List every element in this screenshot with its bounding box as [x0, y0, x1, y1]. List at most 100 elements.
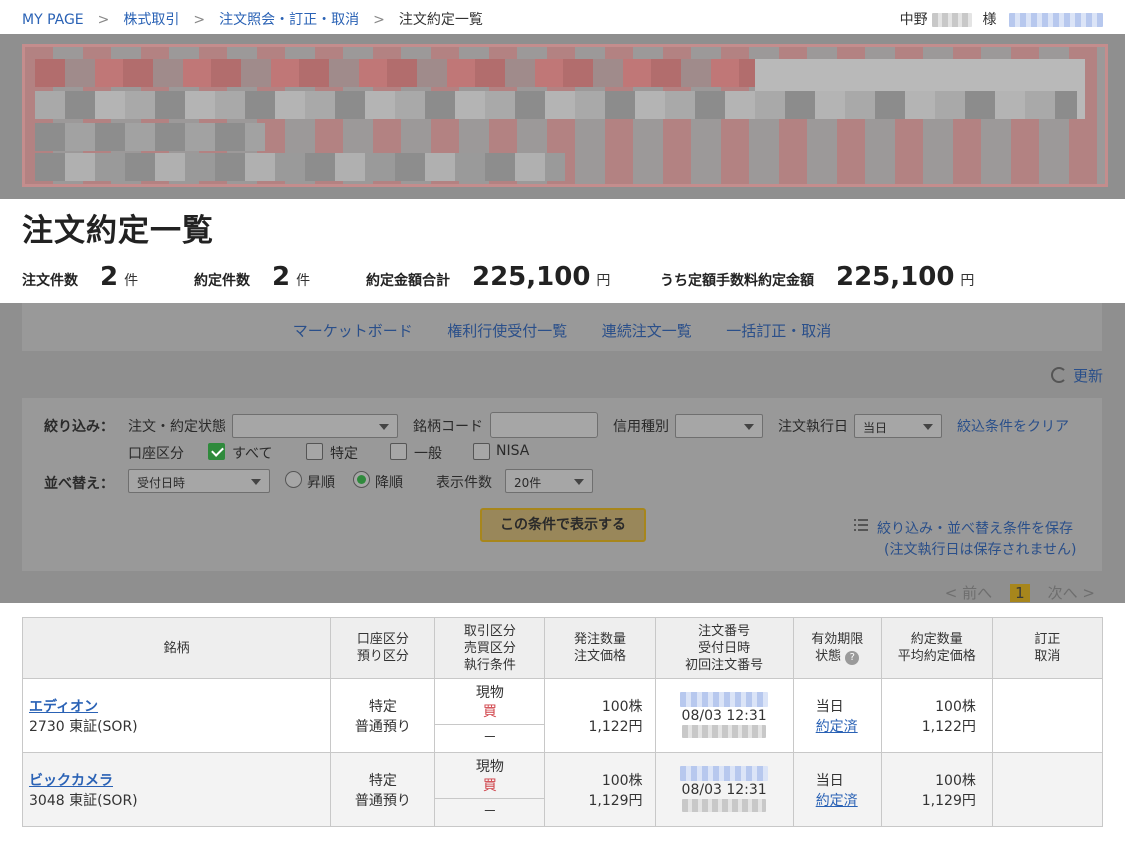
refresh-button[interactable]: 更新	[1050, 365, 1103, 386]
header-modify-label: 訂正	[1034, 632, 1061, 647]
user-honorific: 様	[982, 12, 997, 28]
sort-ascending-label: 昇順	[307, 475, 335, 491]
exec-total-label: 約定金額合計	[366, 273, 450, 289]
header-order: 発注数量 注文価格	[544, 617, 656, 679]
header-modify: 訂正 取消	[991, 617, 1104, 679]
display-count-label: 表示件数	[436, 475, 492, 491]
exec-qty: 100株	[935, 772, 976, 789]
header-side: 売買区分	[463, 640, 516, 656]
avg-exec-price: 1,129円	[921, 792, 976, 809]
breadcrumb-mypage-link[interactable]: MY PAGE	[22, 12, 84, 28]
tab-sequential-orders[interactable]: 連続注文一覧	[602, 322, 692, 340]
header-condition: 執行条件	[463, 657, 516, 673]
code-filter-label: 銘柄コード	[413, 419, 483, 435]
credit-type-select[interactable]	[675, 414, 763, 438]
table-header-row: 銘柄 口座区分 預り区分 取引区分 売買区分 執行条件 発注数量 注文価格 注文番号 受付…	[21, 617, 1104, 679]
orders-table: 銘柄 口座区分 預り区分 取引区分 売買区分 執行条件 発注数量 注文価格 注文番号 受付…	[21, 617, 1104, 827]
stock-name-link[interactable]: エディオン	[29, 699, 98, 715]
order-qty: 100株	[601, 772, 643, 789]
tab-market-board[interactable]: マーケットボード	[293, 322, 413, 340]
stock-code-market: 2730 東証(SOR)	[29, 718, 138, 735]
page-title: 注文約定一覧	[22, 213, 214, 249]
redacted-initial-order-number	[682, 725, 767, 738]
account-all-label: すべて	[232, 446, 273, 462]
redacted-account-link[interactable]	[1009, 13, 1103, 27]
header-avg-price: 平均約定価格	[897, 649, 976, 664]
header-exec: 約定数量平均約定価格	[880, 617, 993, 679]
header-exec-qty: 約定数量	[910, 632, 963, 647]
breadcrumb-separator: >	[373, 12, 385, 28]
header-stock-label: 銘柄	[163, 640, 190, 656]
account-all-checkbox[interactable]	[208, 443, 225, 460]
pager-next-link[interactable]: 次へ >	[1048, 584, 1095, 602]
trade-type: 現物	[475, 759, 504, 775]
sort-key-select[interactable]: 受付日時	[128, 469, 270, 493]
tab-rights-exercise[interactable]: 権利行使受付一覧	[447, 322, 567, 340]
user-info: 中野 様	[900, 9, 1103, 29]
order-cell: 100株 1,129円	[544, 752, 656, 827]
stock-name-link[interactable]: ビックカメラ	[29, 773, 113, 789]
execution-condition: －	[482, 804, 497, 820]
order-count-summary: 注文件数 2 件	[22, 262, 138, 292]
save-filter-link[interactable]: 絞り込み・並べ替え条件を保存	[877, 518, 1073, 538]
header-trade-type: 取引区分	[463, 623, 516, 639]
exec-count-summary: 約定件数 2 件	[194, 262, 310, 292]
exec-total-value: 225,100	[472, 262, 591, 292]
exec-total-summary: 約定金額合計 225,100 円	[366, 262, 610, 292]
flat-fee-total-summary: うち定額手数料約定金額 225,100 円	[660, 262, 974, 292]
exec-cell: 100株 1,129円	[880, 752, 993, 827]
side-buy: 買	[482, 704, 497, 720]
header-status-label: 状態	[815, 649, 842, 664]
pixelated-banner	[22, 44, 1108, 187]
apply-filter-button[interactable]: この条件で表示する	[480, 508, 646, 542]
pager-prev-link[interactable]: < 前へ	[945, 584, 992, 602]
flat-fee-total-value: 225,100	[836, 262, 955, 292]
sub-navigation: マーケットボード 権利行使受付一覧 連続注文一覧 一括訂正・取消	[22, 303, 1102, 351]
breadcrumb-separator: >	[97, 12, 110, 28]
banner-pixel-strip	[35, 123, 265, 151]
account-general-checkbox[interactable]	[390, 443, 407, 460]
custody-type: 普通預り	[354, 718, 411, 735]
header-custody-type: 預り区分	[356, 649, 409, 664]
status-select[interactable]	[232, 414, 398, 438]
sort-descending-radio[interactable]	[353, 471, 370, 488]
display-count-select[interactable]: 20件	[505, 469, 593, 493]
table-row: エディオン 2730 東証(SOR) 特定 普通預り 現物 買 － 100株 1…	[21, 678, 1104, 753]
refresh-label: 更新	[1072, 367, 1103, 385]
header-trade: 取引区分 売買区分 執行条件	[434, 617, 546, 679]
tab-bulk-modify-cancel[interactable]: 一括訂正・取消	[726, 322, 831, 340]
status-filter-label: 注文・約定状態	[128, 419, 226, 435]
exec-date-label: 注文執行日	[778, 419, 848, 435]
account-nisa-checkbox[interactable]	[473, 443, 490, 460]
breadcrumb: MY PAGE > 株式取引 > 注文照会・訂正・取消 > 注文約定一覧	[22, 9, 483, 29]
breadcrumb-stock-trading-link[interactable]: 株式取引	[123, 12, 179, 28]
breadcrumb-order-inquiry-link[interactable]: 注文照会・訂正・取消	[219, 12, 359, 28]
exec-qty: 100株	[935, 698, 976, 715]
pager-current-page: 1	[1010, 584, 1030, 602]
sort-descending-label: 降順	[375, 475, 403, 491]
stock-code-input[interactable]	[490, 412, 598, 438]
order-number-cell: 08/03 12:31	[654, 752, 794, 827]
exec-count-label: 約定件数	[194, 273, 250, 289]
sort-label: 並べ替え：	[44, 476, 114, 492]
account-specific-checkbox[interactable]	[306, 443, 323, 460]
sort-ascending-radio[interactable]	[285, 471, 302, 488]
execution-condition: －	[482, 730, 497, 746]
validity-cell: 当日 約定済	[792, 678, 882, 753]
redacted-user-name	[932, 13, 973, 27]
status-link[interactable]: 約定済	[816, 719, 858, 735]
clear-filter-link[interactable]: 絞込条件をクリア	[957, 416, 1069, 436]
narrow-label: 絞り込み：	[44, 419, 114, 435]
refresh-icon	[1050, 367, 1067, 383]
table-row: ビックカメラ 3048 東証(SOR) 特定 普通預り 現物 買 － 100株 …	[21, 752, 1104, 827]
order-count-value: 2	[100, 262, 119, 292]
pagination: < 前へ 1 次へ >	[945, 582, 1095, 603]
status-link[interactable]: 約定済	[816, 793, 858, 809]
list-icon	[854, 519, 868, 531]
help-icon[interactable]: ?	[845, 651, 860, 665]
avg-exec-price: 1,122円	[921, 718, 976, 735]
order-summary: 注文件数 2 件 約定件数 2 件 約定金額合計 225,100 円 うち定額手…	[22, 262, 1102, 298]
custody-type: 普通預り	[354, 792, 411, 809]
side-buy: 買	[482, 778, 497, 794]
exec-date-select[interactable]: 当日	[854, 414, 942, 438]
